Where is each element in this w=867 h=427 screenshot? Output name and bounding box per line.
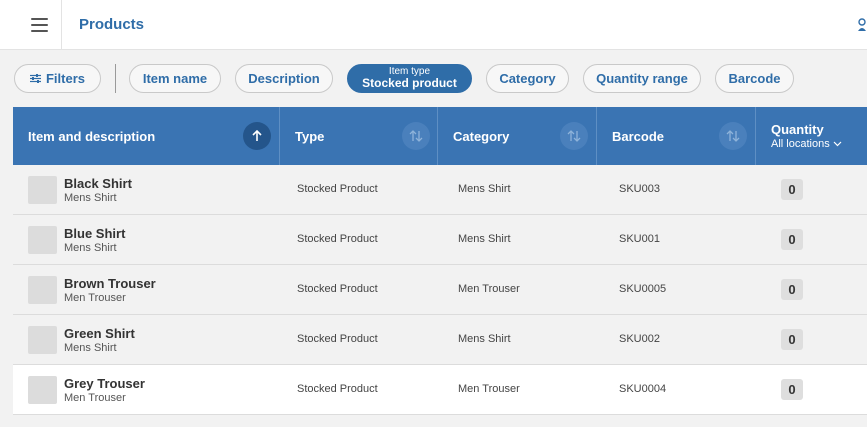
item-description: Mens Shirt xyxy=(64,342,117,354)
product-thumbnail xyxy=(28,276,57,304)
chip-label: Barcode xyxy=(728,71,781,86)
location-dropdown[interactable]: All locations xyxy=(771,138,842,150)
item-type: Stocked Product xyxy=(297,183,378,195)
item-description: Mens Shirt xyxy=(64,242,117,254)
chip-label: Description xyxy=(248,71,320,86)
chip-value: Stocked product xyxy=(362,76,457,91)
chip-category[interactable]: Category xyxy=(486,64,569,93)
chip-quantity-range[interactable]: Quantity range xyxy=(583,64,701,93)
chip-barcode[interactable]: Barcode xyxy=(715,64,794,93)
item-description: Mens Shirt xyxy=(64,192,117,204)
filters-button[interactable]: Filters xyxy=(14,64,101,93)
column-header-item[interactable]: Item and description xyxy=(13,107,280,165)
column-header-type[interactable]: Type xyxy=(280,107,438,165)
item-barcode: SKU003 xyxy=(619,183,660,195)
item-name: Blue Shirt xyxy=(64,226,126,241)
filter-separator xyxy=(115,64,116,93)
chip-label: Quantity range xyxy=(596,71,688,86)
top-bar: Products xyxy=(0,0,867,50)
page-title: Products xyxy=(79,16,145,33)
table-row[interactable]: Blue Shirt Mens Shirt Stocked Product Me… xyxy=(13,215,867,265)
product-thumbnail xyxy=(28,326,57,354)
filter-bar: Filters Item name Description Item type … xyxy=(0,50,867,107)
quantity-badge: 0 xyxy=(781,229,803,250)
chip-item-type[interactable]: Item type Stocked product xyxy=(347,64,472,93)
item-type: Stocked Product xyxy=(297,383,378,395)
item-category: Men Trouser xyxy=(458,283,520,295)
item-category: Mens Shirt xyxy=(458,233,511,245)
column-header-quantity[interactable]: Quantity All locations xyxy=(756,107,867,165)
column-label: Category xyxy=(453,128,510,144)
user-icon[interactable] xyxy=(857,17,867,33)
item-name: Grey Trouser xyxy=(64,376,145,391)
column-label: Barcode xyxy=(612,128,665,144)
table-row[interactable]: Brown Trouser Men Trouser Stocked Produc… xyxy=(13,265,867,315)
product-thumbnail xyxy=(28,176,57,204)
sort-icon[interactable] xyxy=(719,122,747,150)
chip-description[interactable]: Description xyxy=(235,64,333,93)
item-type: Stocked Product xyxy=(297,233,378,245)
item-category: Mens Shirt xyxy=(458,183,511,195)
quantity-badge: 0 xyxy=(781,379,803,400)
sort-icon[interactable] xyxy=(402,122,430,150)
chip-item-name[interactable]: Item name xyxy=(129,64,221,93)
hamburger-menu-icon[interactable] xyxy=(31,18,48,32)
chip-label: Category xyxy=(499,71,556,86)
sort-icon[interactable] xyxy=(560,122,588,150)
item-name: Brown Trouser xyxy=(64,276,156,291)
item-barcode: SKU002 xyxy=(619,333,660,345)
filters-label: Filters xyxy=(45,71,85,86)
column-header-barcode[interactable]: Barcode xyxy=(597,107,756,165)
column-header-category[interactable]: Category xyxy=(438,107,597,165)
item-description: Men Trouser xyxy=(64,392,126,404)
item-description: Men Trouser xyxy=(64,292,126,304)
item-barcode: SKU0005 xyxy=(619,283,667,295)
item-category: Mens Shirt xyxy=(458,333,511,345)
table-row[interactable]: Green Shirt Mens Shirt Stocked Product M… xyxy=(13,315,867,365)
item-barcode: SKU0004 xyxy=(619,383,667,395)
item-category: Men Trouser xyxy=(458,383,520,395)
quantity-badge: 0 xyxy=(781,279,803,300)
item-barcode: SKU001 xyxy=(619,233,660,245)
quantity-badge: 0 xyxy=(781,179,803,200)
sort-ascending-icon[interactable] xyxy=(243,122,271,150)
location-label: All locations xyxy=(771,138,830,150)
table-row[interactable]: Black Shirt Mens Shirt Stocked Product M… xyxy=(13,165,867,215)
column-label: Type xyxy=(295,128,325,144)
header-divider xyxy=(61,0,62,50)
table-header: Item and description Type Category Barco… xyxy=(13,107,867,165)
column-label: Quantity xyxy=(771,122,824,137)
column-label: Item and description xyxy=(28,128,156,144)
sliders-icon xyxy=(29,74,41,83)
product-thumbnail xyxy=(28,376,57,404)
item-name: Green Shirt xyxy=(64,326,135,341)
products-table: Item and description Type Category Barco… xyxy=(13,107,867,427)
chip-label: Item name xyxy=(142,71,208,86)
chevron-down-icon xyxy=(833,141,842,147)
product-thumbnail xyxy=(28,226,57,254)
quantity-badge: 0 xyxy=(781,329,803,350)
item-name: Black Shirt xyxy=(64,176,132,191)
item-type: Stocked Product xyxy=(297,333,378,345)
item-type: Stocked Product xyxy=(297,283,378,295)
table-row[interactable]: Grey Trouser Men Trouser Stocked Product… xyxy=(13,365,867,415)
